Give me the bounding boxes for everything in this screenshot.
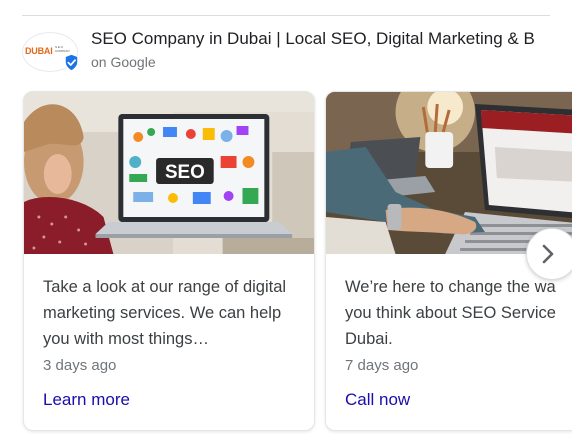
business-name[interactable]: SEO Company in Dubai | Local SEO, Digita… xyxy=(91,29,535,49)
post-text-line: We’re here to change the wa xyxy=(345,278,556,296)
typing-laptop-photo xyxy=(326,92,572,254)
post-text: We’re here to change the wa you think ab… xyxy=(345,274,572,352)
post-date: 7 days ago xyxy=(345,357,419,374)
chevron-right-icon xyxy=(542,244,554,264)
verified-check-icon xyxy=(64,53,79,72)
post-text-line: you think about SEO Service xyxy=(345,304,556,322)
logo-wordmark: DUBAI xyxy=(25,46,53,56)
call-now-link[interactable]: Call now xyxy=(345,390,410,410)
post-text-line: Dubai. xyxy=(345,330,393,348)
carousel-next-button[interactable] xyxy=(526,228,572,280)
svg-text:SEO: SEO xyxy=(165,162,205,183)
learn-more-link[interactable]: Learn more xyxy=(43,390,130,410)
post-date: 3 days ago xyxy=(43,357,117,374)
posts-carousel: SEO Take a look at our range of digital … xyxy=(0,90,572,435)
business-header: DUBAI S E O COMPANY SEO Company in Dubai… xyxy=(22,28,572,76)
post-card[interactable]: SEO Take a look at our range of digital … xyxy=(23,91,315,431)
source-label: on Google xyxy=(91,54,156,70)
seo-laptop-photo: SEO xyxy=(24,92,314,254)
post-text: Take a look at our range of digital mark… xyxy=(43,278,287,348)
logo-subtext: S E O COMPANY xyxy=(55,45,70,53)
top-divider xyxy=(22,15,550,16)
